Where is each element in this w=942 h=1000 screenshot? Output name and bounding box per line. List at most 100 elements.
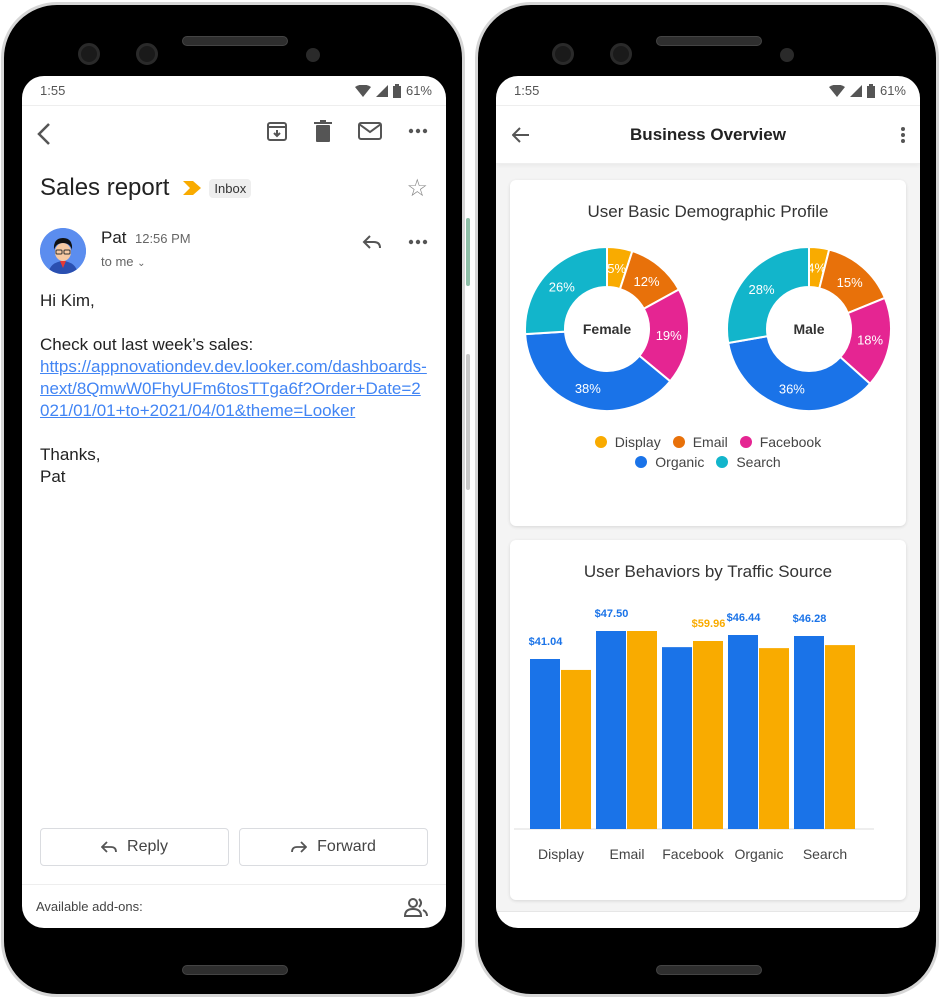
battery-icon	[866, 83, 875, 98]
slice-label: 19%	[656, 328, 682, 343]
bar-email-s2[interactable]	[627, 631, 657, 829]
forward-button[interactable]: Forward	[239, 828, 428, 866]
volume-button	[466, 354, 470, 490]
star-icon[interactable]: ☆	[406, 174, 428, 203]
bar-chart: Display Email Facebook Organic Search $41.04 $…	[514, 608, 874, 862]
legend-label: Email	[692, 434, 728, 450]
legend-label: Organic	[655, 454, 705, 470]
slice-label: 15%	[837, 275, 863, 290]
nav-back-icon[interactable]: ‹	[584, 925, 590, 929]
addons-bar: Available add-ons:	[22, 884, 446, 928]
people-icon[interactable]	[404, 897, 428, 917]
bar-display-s1[interactable]	[530, 659, 560, 829]
bar-data-label: $59.96	[692, 618, 726, 630]
greeting: Hi Kim,	[40, 291, 95, 310]
addons-label: Available add-ons:	[36, 899, 143, 914]
reply-button[interactable]: Reply	[40, 828, 229, 866]
status-bar: 1:55 61%	[22, 76, 446, 106]
legend-item-email[interactable]: Email	[672, 434, 728, 450]
x-tick-label: Email	[609, 846, 644, 862]
cell-signal-icon	[849, 84, 862, 97]
reply-label: Reply	[127, 838, 168, 855]
legend-label: Display	[614, 434, 661, 450]
x-tick-label: Facebook	[662, 846, 724, 862]
legend-item-search[interactable]: Search	[716, 454, 781, 470]
legend-dot	[635, 456, 648, 468]
bar-search-s2[interactable]	[825, 645, 855, 829]
more-horiz-icon[interactable]	[408, 128, 428, 134]
trash-icon[interactable]	[314, 120, 332, 142]
wifi-icon	[828, 84, 845, 97]
legend-dot	[672, 436, 685, 448]
bar-display-s2[interactable]	[561, 669, 591, 829]
legend-dot	[594, 436, 607, 448]
legend-label: Search	[736, 454, 781, 470]
archive-icon[interactable]	[266, 120, 288, 142]
legend-item-display[interactable]: Display	[594, 434, 661, 450]
bar-data-label: $47.50	[595, 608, 629, 620]
forward-icon	[291, 841, 308, 853]
bar-email-s1[interactable]	[596, 631, 626, 829]
sender-name: Pat	[101, 228, 127, 247]
back-chevron-icon[interactable]	[36, 122, 52, 146]
importance-marker-icon[interactable]	[183, 181, 202, 195]
more-vert-icon[interactable]	[900, 126, 906, 144]
email-subject: Sales report	[40, 174, 170, 201]
battery-level: 61%	[405, 83, 432, 98]
donut-center-label: Male	[793, 321, 824, 337]
dashboard-screen: 1:55 61% Business Overview User Basic De…	[496, 76, 920, 928]
cell-signal-icon	[375, 84, 388, 97]
status-time: 1:55	[40, 83, 66, 98]
recipient-details-toggle[interactable]: to me ⌄	[101, 254, 191, 269]
sensor	[306, 48, 320, 62]
email-body: Hi Kim, Check out last week’s sales: htt…	[22, 278, 446, 488]
slice-label: 12%	[634, 274, 660, 289]
bottom-speaker	[182, 965, 288, 975]
bar-chart-title: User Behaviors by Traffic Source	[583, 562, 833, 581]
bar-facebook-s2[interactable]	[693, 641, 723, 829]
phone-frame-left: 1:55 61% Sales report Inbox ☆ Pat 12:56 …	[1, 2, 465, 997]
sender-row: Pat 12:56 PM to me ⌄	[22, 214, 446, 278]
bar-search-s1[interactable]	[794, 636, 824, 829]
earpiece-speaker	[656, 36, 762, 46]
more-horiz-icon[interactable]	[408, 239, 428, 245]
camera-icon	[610, 43, 632, 65]
battery-level: 61%	[879, 83, 906, 98]
inbox-label-chip[interactable]: Inbox	[209, 178, 252, 198]
donut-center-label: Female	[583, 321, 631, 337]
legend-item-facebook[interactable]: Facebook	[739, 434, 822, 450]
system-nav-bar: ‹	[496, 911, 920, 928]
bar-facebook-s1[interactable]	[662, 647, 692, 829]
earpiece-speaker	[182, 36, 288, 46]
legend-label: Facebook	[759, 434, 822, 450]
subject-row: Sales report Inbox ☆	[22, 162, 446, 214]
slice-label: 5%	[607, 261, 626, 276]
phone-frame-right: 1:55 61% Business Overview User Basic De…	[475, 2, 939, 997]
camera-icon	[78, 43, 100, 65]
reply-forward-row: Reply Forward	[40, 828, 428, 866]
chart-legend: Display Email Facebook Organic Search	[510, 434, 906, 470]
dashboard-title: Business Overview	[630, 124, 786, 144]
reply-icon[interactable]	[362, 234, 382, 250]
mail-icon[interactable]	[358, 122, 382, 140]
traffic-card: User Behaviors by Traffic Source Display…	[510, 540, 906, 900]
bar-data-label: $41.04	[529, 636, 564, 648]
bar-organic-s1[interactable]	[728, 635, 758, 829]
forward-label: Forward	[317, 838, 376, 855]
bar-organic-s2[interactable]	[759, 648, 789, 829]
status-time: 1:55	[514, 83, 540, 98]
donut-chart-female[interactable]: 5% 12% 19% 38% 26% Female	[524, 246, 690, 412]
sender-avatar[interactable]	[40, 228, 86, 274]
donut-chart-male[interactable]: 4%15%18%36%28%Male	[726, 246, 892, 412]
sensor	[780, 48, 794, 62]
camera-icon	[552, 43, 574, 65]
back-arrow-icon[interactable]	[512, 126, 530, 143]
legend-item-organic[interactable]: Organic	[635, 454, 704, 470]
bottom-speaker	[656, 965, 762, 975]
bar-data-label: $46.28	[793, 613, 827, 625]
sent-time: 12:56 PM	[134, 231, 191, 246]
slice-label: 18%	[857, 333, 883, 348]
dashboard-link[interactable]: https://appnovationdev.dev.looker.com/da…	[40, 356, 428, 422]
email-screen: 1:55 61% Sales report Inbox ☆ Pat 12:56 …	[22, 76, 446, 928]
donut-chart-title: User Basic Demographic Profile	[587, 202, 829, 221]
